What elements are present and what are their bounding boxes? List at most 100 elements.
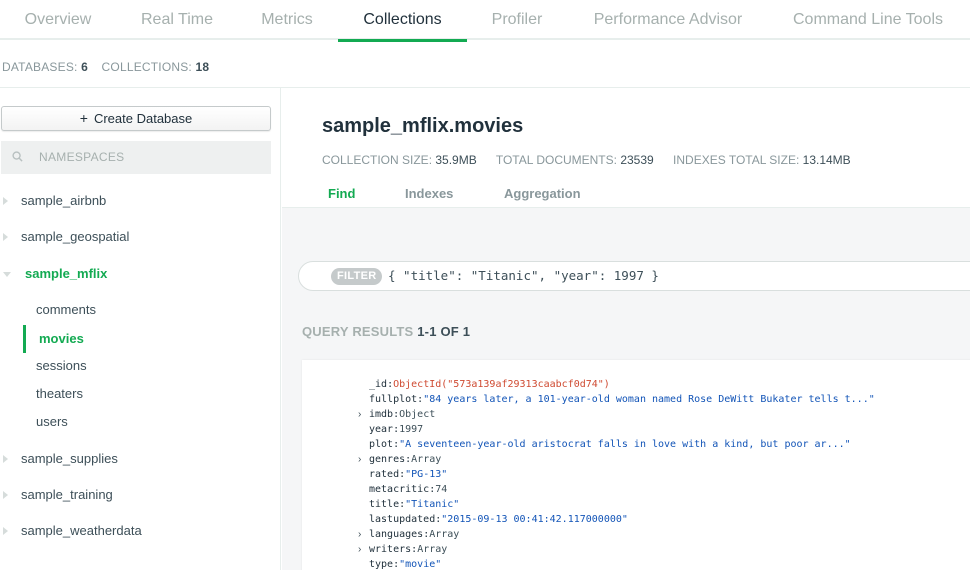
field-value: "84 years later, a 101-year-old woman na… [423,394,875,405]
field-value: Object [399,409,436,420]
subtab-aggregation[interactable]: Aggregation [504,186,581,201]
collection-size-value: 35.9MB [435,153,477,167]
create-database-label: Create Database [93,111,193,126]
namespace-search-placeholder: NAMESPACES [39,150,125,164]
sidebar-collection-users[interactable]: users [36,411,68,433]
document-field: title:"Titanic" [369,497,459,512]
document-field: rated:"PG-13" [369,467,447,482]
tab-collections[interactable]: Collections [338,0,467,42]
field-value: 1997 [399,424,424,435]
filter-badge: FILTER [331,268,383,285]
query-results-header: QUERY RESULTS 1-1 OF 1 [302,324,470,339]
field-value: Array [417,544,448,555]
sidebar-db-sample-geospatial[interactable]: sample_geospatial [0,225,270,249]
cluster-summary: DATABASES: 6 COLLECTIONS: 18 [2,60,219,74]
top-nav: Overview Real Time Metrics Collections P… [0,0,970,42]
field-value: ObjectId("573a139af29313caabcf0d74") [393,379,610,390]
expand-chevron-icon[interactable]: › [358,452,361,467]
query-results-label: QUERY RESULTS [302,324,414,339]
namespace-search-input[interactable]: NAMESPACES [1,141,271,174]
expand-chevron-icon[interactable]: › [358,407,361,422]
caret-right-icon [3,527,8,535]
sidebar-db-sample-mflix[interactable]: sample_mflix [0,262,270,286]
document-field: _id:ObjectId("573a139af29313caabcf0d74") [369,377,610,392]
document-field: plot:"A seventeen-year-old aristocrat fa… [369,437,851,452]
collection-size-label: COLLECTION SIZE: [322,153,433,167]
field-key: metacritic [369,484,430,495]
document-field: fullplot:"84 years later, a 101-year-old… [369,392,875,407]
caret-down-icon [3,272,11,277]
caret-right-icon [3,197,8,205]
indexes-size-value: 13.14MB [802,153,851,167]
tab-metrics[interactable]: Metrics [246,0,328,40]
sidebar-collection-movies[interactable]: movies [39,328,84,350]
field-value: "2015-09-13 00:41:42.117000000" [441,514,628,525]
search-icon [12,151,23,162]
field-key: plot [369,439,394,450]
db-label: sample_mflix [25,266,108,281]
collection-stats: COLLECTION SIZE: 35.9MB TOTAL DOCUMENTS:… [322,153,867,167]
field-key: type [369,559,394,570]
active-collection-indicator [23,325,26,353]
tab-profiler[interactable]: Profiler [480,0,554,40]
db-label: sample_geospatial [21,229,130,244]
namespace-sidebar: + Create Database NAMESPACES sample_airbn… [0,88,281,570]
total-documents-value: 23539 [620,153,654,167]
tab-overview[interactable]: Overview [8,0,108,40]
subtab-indexes[interactable]: Indexes [405,186,453,201]
collection-title: sample_mflix.movies [322,115,524,137]
caret-right-icon [3,455,8,463]
field-key: genres [369,454,406,465]
sidebar-collection-sessions[interactable]: sessions [36,355,87,377]
subtab-find[interactable]: Find [328,186,355,201]
document-field: year:1997 [369,422,423,437]
total-documents-label: TOTAL DOCUMENTS: [495,153,617,167]
plus-icon: + [79,110,88,126]
expand-chevron-icon[interactable]: › [358,542,361,557]
sidebar-db-sample-supplies[interactable]: sample_supplies [0,447,270,471]
filter-query-input[interactable]: { "title": "Titanic", "year": 1997 } [388,262,659,290]
field-key: rated [369,469,400,480]
document-field: lastupdated:"2015-09-13 00:41:42.1170000… [369,512,628,527]
expand-chevron-icon[interactable]: › [358,527,361,542]
field-value: "Titanic" [405,499,460,510]
document-field: genres:Array [369,452,441,467]
sidebar-db-sample-airbnb[interactable]: sample_airbnb [0,189,270,213]
db-label: sample_airbnb [21,193,107,208]
field-value: 74 [435,484,448,495]
query-results-count: 1-1 OF 1 [417,324,471,339]
caret-right-icon [3,233,8,241]
field-value: Array [429,529,460,540]
create-database-button[interactable]: + Create Database [1,106,271,131]
document-field: languages:Array [369,527,459,542]
field-value: "PG-13" [405,469,448,480]
tab-command-line-tools[interactable]: Command Line Tools [782,0,954,40]
filter-bar[interactable]: FILTER { "title": "Titanic", "year": 199… [298,261,970,291]
db-label: sample_supplies [21,451,118,466]
field-key: title [369,499,400,510]
field-key: year [369,424,394,435]
field-key: _id [369,379,388,390]
collections-count: 18 [195,60,210,74]
document-field: imdb:Object [369,407,435,422]
tab-real-time[interactable]: Real Time [124,0,230,40]
indexes-size-label: INDEXES TOTAL SIZE: [673,153,800,167]
field-value: "A seventeen-year-old aristocrat falls i… [399,439,851,450]
tab-performance-advisor[interactable]: Performance Advisor [582,0,754,40]
sidebar-db-sample-training[interactable]: sample_training [0,483,270,507]
sidebar-collection-theaters[interactable]: theaters [36,383,83,405]
document-field: type:"movie" [369,557,441,570]
collections-label: COLLECTIONS: [101,60,192,74]
sidebar-collection-comments[interactable]: comments [36,299,96,321]
sidebar-db-sample-weatherdata[interactable]: sample_weatherdata [0,519,270,543]
databases-count: 6 [81,60,88,74]
field-key: writers [369,544,412,555]
db-label: sample_training [21,487,113,502]
document-card: _id:ObjectId("573a139af29313caabcf0d74")… [302,360,970,570]
field-key: imdb [369,409,394,420]
field-key: fullplot [369,394,418,405]
db-label: sample_weatherdata [21,523,142,538]
document-field: metacritic:74 [369,482,447,497]
databases-label: DATABASES: [2,60,78,74]
document-field: writers:Array [369,542,447,557]
